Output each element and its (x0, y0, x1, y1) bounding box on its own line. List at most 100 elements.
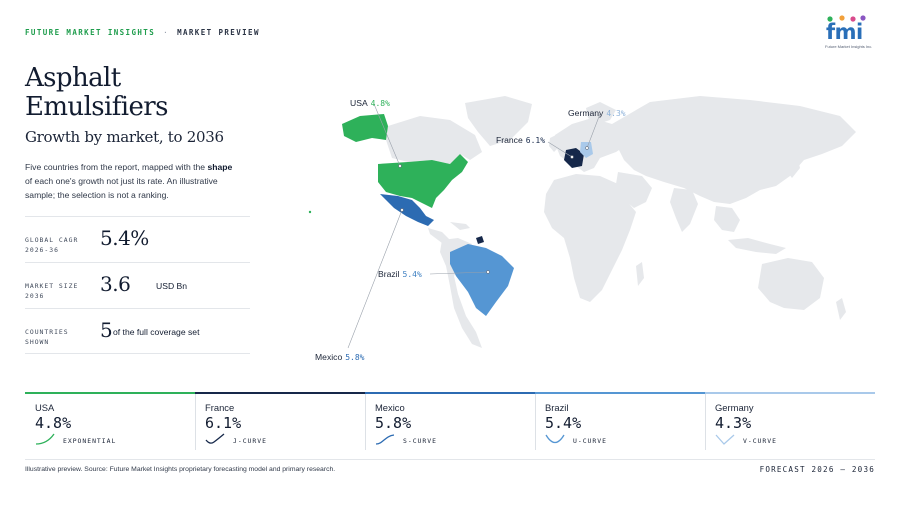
card-accent-bar (535, 392, 705, 394)
country-card-brazil: Brazil 5.4% U-CURVE (535, 392, 705, 458)
country-cards: USA 4.8% EXPONENTIAL France 6.1% J-CURVE… (25, 392, 875, 458)
card-divider (195, 394, 196, 450)
logo-tagline: Future Market Insights Inc. (825, 44, 873, 49)
card-cagr: 4.8% (35, 414, 72, 432)
map-label-name: France (496, 135, 523, 145)
intro-before: Five countries from the report, mapped w… (25, 162, 208, 172)
card-divider (365, 394, 366, 450)
card-growth-shape: V-CURVE (743, 437, 777, 445)
stat-unit: USD Bn (156, 281, 188, 291)
usa-alaska-shape (342, 114, 388, 142)
country-card-france: France 6.1% J-CURVE (195, 392, 365, 458)
world-map: USA 4.8% Germany 4.3% France 6.1% Brazil 5.4… (300, 80, 875, 380)
card-accent-bar (705, 392, 875, 394)
card-cagr: 5.4% (545, 414, 582, 432)
intro-bold: shape (207, 162, 233, 172)
land-masses (386, 96, 856, 348)
card-cagr: 4.3% (715, 414, 752, 432)
country-card-germany: Germany 4.3% V-CURVE (705, 392, 875, 458)
stat-value: 5.4% (100, 226, 149, 250)
map-label-brazil: Brazil 5.4% (378, 269, 422, 279)
stat-label-line: 2026-36 (25, 246, 59, 254)
card-accent-bar (365, 392, 535, 394)
stat-label: COUNTRIES SHOWN (25, 327, 95, 347)
map-label-name: USA (350, 98, 368, 108)
africa-land (544, 174, 636, 302)
world-map-svg (308, 96, 856, 349)
stat-label-line: 2036 (25, 292, 45, 300)
map-label-usa: USA 4.8% (350, 98, 390, 108)
country-card-mexico: Mexico 5.8% S-CURVE (365, 392, 535, 458)
source-note: Illustrative preview. Source: Future Mar… (25, 466, 336, 473)
card-growth-shape: S-CURVE (403, 437, 437, 445)
page-subtitle: Growth by market, to 2036 (25, 128, 224, 146)
anchor-germany (585, 146, 589, 150)
stat-market-size: MARKET SIZE 2036 3.6 USD Bn (25, 262, 250, 308)
new-zealand-land (836, 298, 846, 320)
card-country-name: Mexico (375, 402, 405, 413)
brand-row: FUTURE MARKET INSIGHTS · MARKET PREVIEW (25, 28, 260, 37)
stat-label-line: GLOBAL CAGR (25, 236, 79, 244)
anchor-mexico (400, 208, 404, 212)
title-line-1: Asphalt (25, 63, 121, 93)
hawaii-dot (308, 210, 312, 214)
intro-after: of each one's growth not just its rate. … (25, 176, 218, 200)
brand-name: FUTURE MARKET INSIGHTS (25, 28, 156, 37)
u-curve-icon (545, 434, 565, 444)
j-curve-icon (205, 433, 225, 444)
intro-text: Five countries from the report, mapped w… (25, 160, 240, 202)
map-label-name: Brazil (378, 269, 400, 279)
french-guiana-mark (476, 236, 484, 244)
australia-land (758, 258, 824, 310)
key-stats: GLOBAL CAGR 2026-36 5.4% MARKET SIZE 2036 … (25, 216, 250, 354)
card-country-name: Brazil (545, 402, 569, 413)
map-label-rate: 5.4% (402, 270, 422, 279)
stat-label-line: SHOWN (25, 338, 50, 346)
map-label-rate: 6.1% (525, 136, 546, 145)
brand-separator: · (163, 28, 170, 37)
card-divider (535, 394, 536, 450)
v-curve-icon (715, 434, 735, 445)
map-label-rate: 5.8% (345, 353, 365, 362)
map-label-rate: 4.3% (606, 109, 626, 118)
southeast-asia-land (714, 206, 740, 232)
anchor-usa (398, 164, 402, 168)
stat-countries-shown: COUNTRIES SHOWN 5 of the full coverage se… (25, 308, 250, 354)
stat-value: 3.6 (100, 272, 131, 296)
map-label-mexico: Mexico 5.8% (315, 352, 365, 362)
stat-label-line: COUNTRIES (25, 328, 69, 336)
map-label-name: Germany (568, 108, 604, 118)
exponential-curve-icon (35, 433, 55, 445)
forecast-period: FORECAST 2026 – 2036 (759, 465, 875, 474)
caribbean-land (450, 222, 470, 230)
stat-value: 5 (100, 318, 113, 342)
card-growth-shape: J-CURVE (233, 437, 267, 445)
anchor-france (570, 155, 574, 159)
s-curve-icon (375, 434, 395, 445)
map-label-france: France 6.1% (496, 135, 545, 145)
india-land (670, 188, 698, 232)
stat-global-cagr: GLOBAL CAGR 2026-36 5.4% (25, 216, 250, 262)
map-label-germany: Germany 4.3% (568, 108, 626, 118)
card-cagr: 6.1% (205, 414, 242, 432)
card-country-name: USA (35, 402, 55, 413)
card-accent-bar (25, 392, 195, 394)
card-growth-shape: EXPONENTIAL (63, 437, 117, 445)
anchor-brazil (486, 270, 490, 274)
leader-mexico (347, 209, 403, 349)
title-line-2: Emulsifiers (25, 92, 168, 122)
logo-letters: fmi (826, 20, 863, 44)
fmi-logo: fmi Future Market Insights Inc. (822, 15, 876, 49)
map-label-rate: 4.8% (370, 99, 390, 108)
stat-label: MARKET SIZE 2036 (25, 281, 95, 301)
map-label-name: Mexico (315, 352, 343, 362)
stat-label-line: MARKET SIZE (25, 282, 79, 290)
footer-divider (25, 459, 875, 460)
card-divider (705, 394, 706, 450)
card-growth-shape: U-CURVE (573, 437, 607, 445)
card-country-name: Germany (715, 402, 754, 413)
canada-land (386, 116, 482, 164)
section-label: MARKET PREVIEW (177, 28, 260, 37)
card-accent-bar (195, 392, 365, 394)
madagascar-land (636, 262, 644, 286)
